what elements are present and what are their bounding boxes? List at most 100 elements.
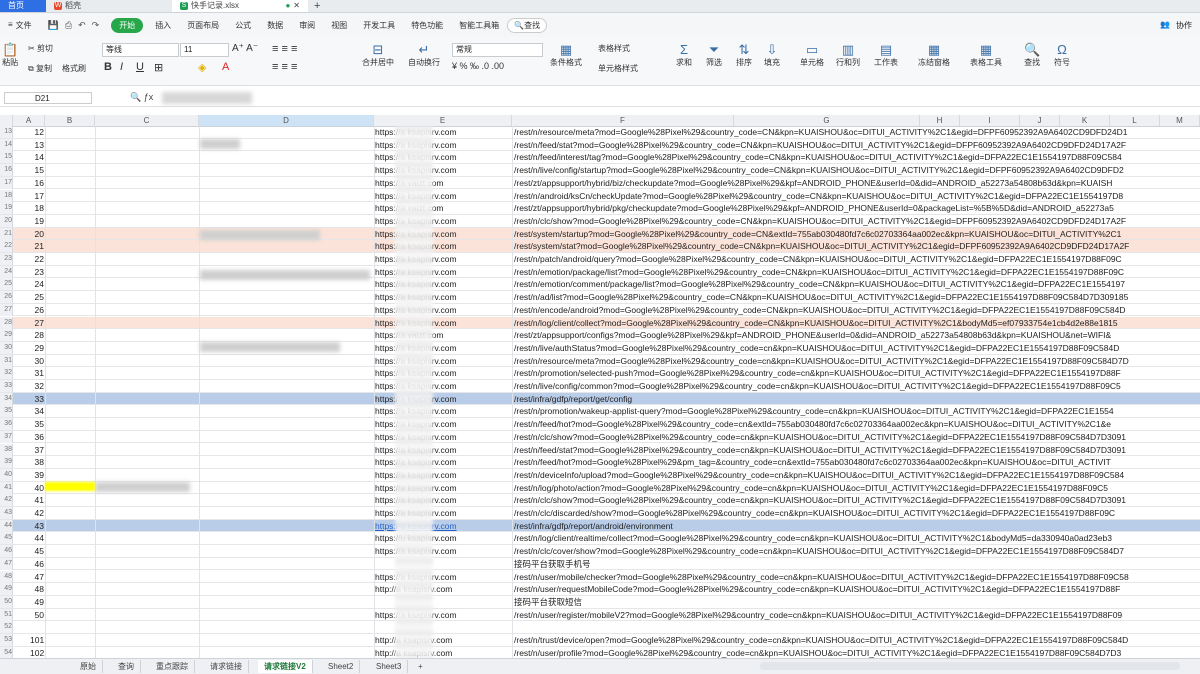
cell-f-path[interactable]: /rest/n/resource/meta?mod=Google%28Pixel…	[514, 126, 1128, 138]
cell-f-path[interactable]: /rest/n/live/authStatus?mod=Google%28Pix…	[514, 342, 1119, 354]
row-number[interactable]: 33	[0, 380, 13, 392]
cell-f-path[interactable]: /rest/n/ad/list?mod=Google%28Pixel%29&co…	[514, 291, 1128, 303]
row-number[interactable]: 46	[0, 545, 13, 558]
menu-page-layout[interactable]: 页面布局	[179, 20, 227, 31]
symbol-button[interactable]: Ω 符号	[1054, 43, 1070, 68]
align-row2-icons[interactable]: ≡ ≡ ≡	[272, 61, 297, 73]
format-painter-button[interactable]: 格式刷	[62, 63, 86, 74]
row-number[interactable]: 40	[0, 468, 13, 481]
table-row[interactable]: 2120https://a ksapisrv.com/rest/system/s…	[0, 227, 1200, 241]
col-header-l[interactable]: L	[1110, 115, 1160, 126]
cell-f-path[interactable]: /rest/zt/appsupport/configs?mod=Google%2…	[514, 329, 1111, 341]
cell-f-path[interactable]: /rest/n/log/client/realtime/collect?mod=…	[514, 532, 1112, 544]
paste-button[interactable]: 📋 粘贴	[2, 43, 18, 68]
cell-b[interactable]: 30	[30, 355, 44, 367]
col-header-g[interactable]: G	[734, 115, 920, 126]
select-all-corner[interactable]	[0, 115, 13, 126]
cell-b[interactable]: 13	[30, 139, 44, 151]
cell-b[interactable]: 32	[30, 380, 44, 392]
row-number[interactable]: 19	[0, 202, 13, 215]
menu-dev-tools[interactable]: 开发工具	[355, 20, 403, 31]
sheet-tab-tracking[interactable]: 重点跟踪	[150, 660, 195, 673]
table-row[interactable]: 2221https://a ksapisrv.com/rest/system/s…	[0, 240, 1200, 253]
row-number[interactable]: 44	[0, 519, 13, 532]
cell-f-path[interactable]: /rest/n/user/mobile/checker?mod=Google%2…	[514, 571, 1129, 583]
table-row[interactable]: 3534https://a ksapisrv.com/rest/n/promot…	[0, 405, 1200, 419]
cell-b[interactable]: 50	[30, 609, 44, 621]
cell-b[interactable]: 40	[30, 482, 44, 494]
cell-f-path[interactable]: /rest/n/deviceInfo/upload?mod=Google%28P…	[514, 469, 1124, 481]
table-row[interactable]: 1312https://a ksapisrv.com/rest/n/resour…	[0, 126, 1200, 139]
filter-button[interactable]: ⏷ 筛选	[706, 43, 722, 68]
cell-f-path[interactable]: /rest/n/trust/device/open?mod=Google%28P…	[514, 634, 1128, 646]
table-row[interactable]: 3433https://a ksapisrv.com/rest/infra/gd…	[0, 392, 1200, 406]
cell-b[interactable]: 39	[30, 469, 44, 481]
freeze-panes-button[interactable]: ▦ 冻结窗格	[918, 43, 950, 68]
undo-icon[interactable]: ↶	[78, 20, 86, 31]
cell-f-path[interactable]: /rest/n/live/config/common?mod=Google%28…	[514, 380, 1121, 392]
row-number[interactable]: 49	[0, 583, 13, 596]
row-number[interactable]: 31	[0, 354, 13, 367]
row-number[interactable]: 39	[0, 456, 13, 469]
row-number[interactable]: 50	[0, 595, 13, 608]
table-row[interactable]: 3332https://a ksapisrv.com/rest/n/live/c…	[0, 380, 1200, 393]
cell-b[interactable]: 46	[30, 558, 44, 570]
row-number[interactable]: 30	[0, 341, 13, 354]
cell-b[interactable]: 29	[30, 342, 44, 354]
table-row[interactable]: 2524https://a ksapisrv.com/rest/n/emotio…	[0, 278, 1200, 292]
row-number[interactable]: 53	[0, 634, 13, 646]
col-header-c[interactable]: C	[95, 115, 199, 126]
fill-button[interactable]: ⇩ 填充	[764, 43, 780, 68]
menu-search[interactable]: 🔍查找	[507, 17, 548, 33]
cell-b[interactable]: 24	[30, 278, 44, 290]
merge-center-button[interactable]: ⊟ 合并居中	[362, 43, 394, 68]
save-icon[interactable]: 💾	[48, 20, 59, 31]
menu-data[interactable]: 数据	[259, 20, 291, 31]
font-family-select[interactable]: 等线	[102, 43, 179, 57]
row-number[interactable]: 42	[0, 494, 13, 507]
table-row[interactable]: 4443https://g ksapisrv.com/rest/infra/gd…	[0, 519, 1200, 533]
wrap-text-button[interactable]: ↵ 自动换行	[408, 43, 440, 68]
menu-insert[interactable]: 插入	[147, 20, 179, 31]
cell-b[interactable]: 23	[30, 266, 44, 278]
col-header-k[interactable]: K	[1060, 115, 1110, 126]
table-row[interactable]: 4645https://a ksapisrv.com/rest/n/clc/co…	[0, 545, 1200, 558]
table-row[interactable]: 1514https://a ksapisrv.com/rest/n/feed/i…	[0, 151, 1200, 165]
formula-input[interactable]	[162, 92, 252, 104]
table-row[interactable]: 47 46 接码平台获取手机号	[0, 557, 1200, 571]
col-header-a[interactable]: A	[13, 115, 45, 126]
add-sheet-icon[interactable]: +	[412, 660, 429, 673]
cell-button[interactable]: ▭ 单元格	[800, 43, 824, 68]
font-grow-shrink-icon[interactable]: A⁺ A⁻	[232, 43, 258, 54]
fx-icon[interactable]: 🔍 ƒx	[130, 92, 153, 103]
bold-icon[interactable]: B	[104, 61, 112, 73]
table-row[interactable]: 3029https://a ksapisrv.com/rest/n/live/a…	[0, 341, 1200, 355]
row-number[interactable]: 54	[0, 646, 13, 658]
table-row[interactable]: 4241https://a ksapisrv.com/rest/n/clc/sh…	[0, 494, 1200, 507]
cell-f-path[interactable]: /rest/n/clc/cover/show?mod=Google%28Pixe…	[514, 545, 1124, 557]
sort-button[interactable]: ⇅ 排序	[736, 43, 752, 68]
cell-f-path[interactable]: /rest/n/user/profile?mod=Google%28Pixel%…	[514, 647, 1121, 658]
cell-b[interactable]: 37	[30, 444, 44, 456]
underline-icon[interactable]: U	[136, 61, 144, 73]
table-row[interactable]: 5150https://a ksapisrv.com/rest/n/user/r…	[0, 608, 1200, 622]
copy-button[interactable]: ⧉ 复制	[28, 63, 52, 74]
cell-b[interactable]: 21	[30, 240, 44, 252]
table-row[interactable]: 4948http://a ksapisrv.com/rest/n/user/re…	[0, 583, 1200, 596]
cell-f-path[interactable]: /rest/n/android/ksCn/checkUpdate?mod=Goo…	[514, 190, 1123, 202]
cut-button[interactable]: ✂ 剪切	[28, 43, 53, 54]
cell-b[interactable]: 18	[30, 202, 44, 214]
row-number[interactable]: 23	[0, 253, 13, 265]
font-color-icon[interactable]: A	[222, 61, 229, 73]
table-row[interactable]: 2322https://a ksapisrv.com/rest/n/patch/…	[0, 253, 1200, 266]
cell-b[interactable]: 26	[30, 304, 44, 316]
font-size-select[interactable]: 11	[180, 43, 229, 57]
row-number[interactable]: 52	[0, 621, 13, 634]
tab-file[interactable]: S 快手记录.xlsx ● ✕	[172, 0, 308, 12]
cell-f-path[interactable]: /rest/n/feed/hot?mod=Google%28Pixel%29&p…	[514, 456, 1111, 468]
horizontal-scrollbar[interactable]	[760, 662, 1180, 670]
cell-f-path[interactable]: /rest/n/clc/show?mod=Google%28Pixel%29&c…	[514, 431, 1126, 443]
row-number[interactable]: 34	[0, 392, 13, 405]
cell-b[interactable]: 101	[30, 634, 44, 646]
col-header-h[interactable]: H	[920, 115, 960, 126]
